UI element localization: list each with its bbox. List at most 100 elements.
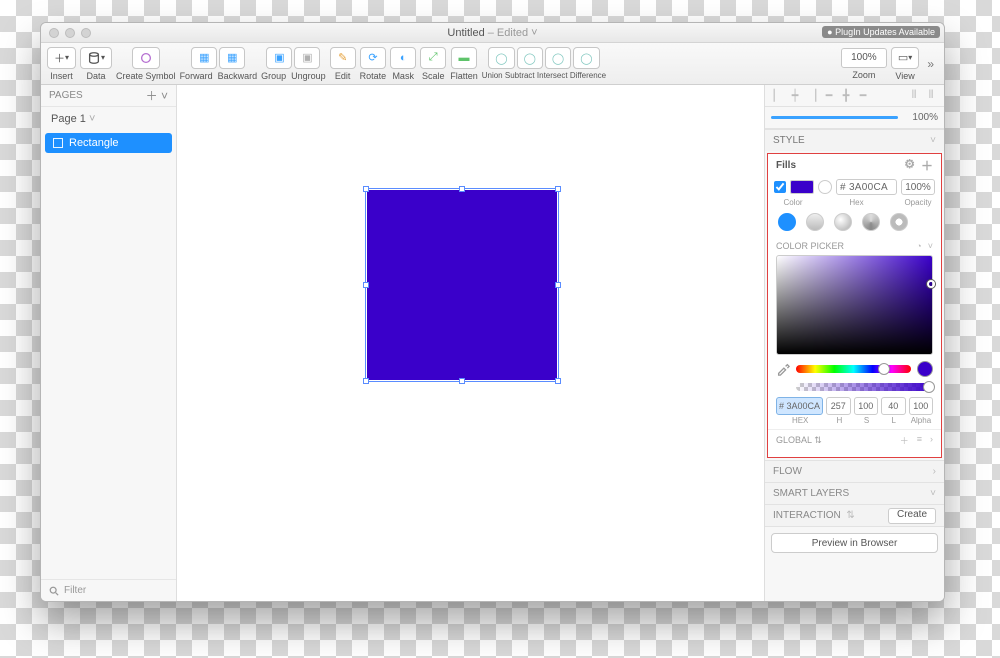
list-icon[interactable]: ≡ <box>917 434 922 447</box>
rectangle-icon <box>53 138 63 148</box>
create-symbol-button[interactable] <box>132 47 160 69</box>
distribute-icon[interactable]: ⫴ <box>924 89 938 103</box>
add-fill-icon[interactable]: ＋ <box>921 157 933 174</box>
align-right-icon[interactable]: ▕ <box>805 89 819 103</box>
hue-knob[interactable] <box>878 363 890 375</box>
gear-icon[interactable]: ⚙ <box>904 157 915 174</box>
union-button[interactable]: ◯ <box>488 47 514 69</box>
create-interaction-button[interactable]: Create <box>888 508 936 524</box>
chevron-down-icon[interactable]: ˅ <box>161 89 168 103</box>
overflow-icon[interactable]: » <box>923 57 938 71</box>
distribute-icon[interactable]: ⫴ <box>907 89 921 103</box>
chevron-down-icon[interactable]: ˅ <box>528 27 537 39</box>
resize-handle[interactable] <box>363 378 369 384</box>
opacity-value[interactable]: 100% <box>904 112 938 123</box>
inspector-panel: ▏ ┿ ▕ ━ ╋ ━ ⫴ ⫴ 100% STYLE˅ Fills ⚙＋ <box>764 85 944 601</box>
resize-handle[interactable] <box>555 378 561 384</box>
resize-handle[interactable] <box>363 186 369 192</box>
alpha-field[interactable]: 100 <box>909 397 934 415</box>
zoom-field[interactable]: 100% <box>841 48 887 68</box>
fills-section: Fills ⚙＋ # 3A00CA 100% Color Hex Opacity <box>767 153 942 458</box>
fill-opacity-field[interactable]: 100% <box>901 179 935 195</box>
edit-button[interactable]: ✎ <box>330 47 356 69</box>
fill-swatch[interactable] <box>790 180 814 194</box>
fill-hex-field[interactable]: # 3A00CA <box>836 179 897 195</box>
angular-gradient-icon[interactable] <box>862 213 880 231</box>
backward-button[interactable]: ▦ <box>219 47 245 69</box>
edited-indicator: – Edited <box>485 27 528 39</box>
align-top-icon[interactable]: ━ <box>822 89 836 103</box>
pattern-fill-icon[interactable] <box>890 213 908 231</box>
add-global-icon[interactable]: ＋ <box>900 434 909 447</box>
titlebar: Untitled – Edited ˅ ● PlugIn Updates Ava… <box>41 23 944 43</box>
preview-in-browser-button[interactable]: Preview in Browser <box>771 533 938 553</box>
filter-row[interactable]: Filter <box>41 579 176 601</box>
hex-field[interactable]: # 3A00CA <box>776 397 823 415</box>
pages-header: PAGES <box>49 90 83 101</box>
resize-handle[interactable] <box>459 378 465 384</box>
close-icon[interactable] <box>49 28 59 38</box>
eyedropper-icon[interactable] <box>776 362 790 376</box>
scale-button[interactable]: ⤢ <box>420 47 446 69</box>
align-left-icon[interactable]: ▏ <box>771 89 785 103</box>
page-selector[interactable]: Page 1 ˅ <box>41 107 176 131</box>
solid-fill-icon[interactable] <box>778 213 796 231</box>
canvas[interactable] <box>177 85 764 601</box>
hue-field[interactable]: 257 <box>826 397 851 415</box>
sort-icon: ⇅ <box>814 435 822 445</box>
data-button[interactable]: ▾ <box>80 47 112 69</box>
mask-button[interactable]: ◐ <box>390 47 416 69</box>
style-section-header[interactable]: STYLE˅ <box>765 129 944 151</box>
align-bottom-icon[interactable]: ━ <box>856 89 870 103</box>
align-center-icon[interactable]: ┿ <box>788 89 802 103</box>
ungroup-button[interactable]: ▣ <box>294 47 320 69</box>
alignment-row: ▏ ┿ ▕ ━ ╋ ━ ⫴ ⫴ <box>765 85 944 107</box>
data-group: ▾Data <box>80 47 112 81</box>
resize-handle[interactable] <box>459 186 465 192</box>
lightness-field[interactable]: 40 <box>881 397 906 415</box>
chevron-down-icon: ˅ <box>930 488 936 499</box>
hue-slider[interactable] <box>796 365 911 373</box>
group-button[interactable]: ▣ <box>266 47 292 69</box>
color-picker-area[interactable] <box>776 255 933 355</box>
add-page-icon[interactable]: ＋ <box>146 89 158 103</box>
saturation-field[interactable]: 100 <box>854 397 879 415</box>
history-icon[interactable]: ◔ <box>916 241 921 251</box>
smart-layers-section[interactable]: SMART LAYERS˅ <box>765 482 944 504</box>
sort-icon: ⇅ <box>846 510 854 521</box>
view-button[interactable]: ▭▾ <box>891 47 919 69</box>
difference-button[interactable]: ◯ <box>573 47 599 69</box>
toolbar: ＋▾Insert ▾Data Create Symbol ▦ ▦ Forward… <box>41 43 944 85</box>
radial-gradient-icon[interactable] <box>834 213 852 231</box>
global-colors-row[interactable]: GLOBAL ⇅ ＋≡› <box>768 429 941 451</box>
color-cursor[interactable] <box>927 280 935 288</box>
traffic-lights[interactable] <box>49 28 91 38</box>
insert-button[interactable]: ＋▾ <box>47 47 76 69</box>
subtract-button[interactable]: ◯ <box>517 47 543 69</box>
selection-outline <box>365 188 559 382</box>
chevron-down-icon[interactable]: ˅ <box>928 241 933 251</box>
alpha-knob[interactable] <box>923 381 935 393</box>
resize-handle[interactable] <box>363 282 369 288</box>
minimize-icon[interactable] <box>65 28 75 38</box>
fill-type-icon[interactable] <box>818 180 832 194</box>
align-middle-icon[interactable]: ╋ <box>839 89 853 103</box>
rotate-button[interactable]: ⟳ <box>360 47 386 69</box>
flow-section[interactable]: FLOW› <box>765 460 944 482</box>
chevron-right-icon[interactable]: › <box>930 434 933 447</box>
intersect-button[interactable]: ◯ <box>545 47 571 69</box>
current-color-swatch <box>917 361 933 377</box>
opacity-slider[interactable] <box>771 116 898 119</box>
plugin-updates-badge[interactable]: ● PlugIn Updates Available <box>822 26 940 38</box>
maximize-icon[interactable] <box>81 28 91 38</box>
alpha-slider[interactable] <box>796 383 933 391</box>
forward-button[interactable]: ▦ <box>191 47 217 69</box>
flatten-button[interactable]: ▬ <box>451 47 477 69</box>
layer-item-rectangle[interactable]: Rectangle <box>45 133 172 153</box>
resize-handle[interactable] <box>555 186 561 192</box>
fill-enabled-checkbox[interactable] <box>774 181 786 193</box>
app-window: Untitled – Edited ˅ ● PlugIn Updates Ava… <box>40 22 945 602</box>
resize-handle[interactable] <box>555 282 561 288</box>
linear-gradient-icon[interactable] <box>806 213 824 231</box>
title-text: Untitled <box>447 27 484 39</box>
